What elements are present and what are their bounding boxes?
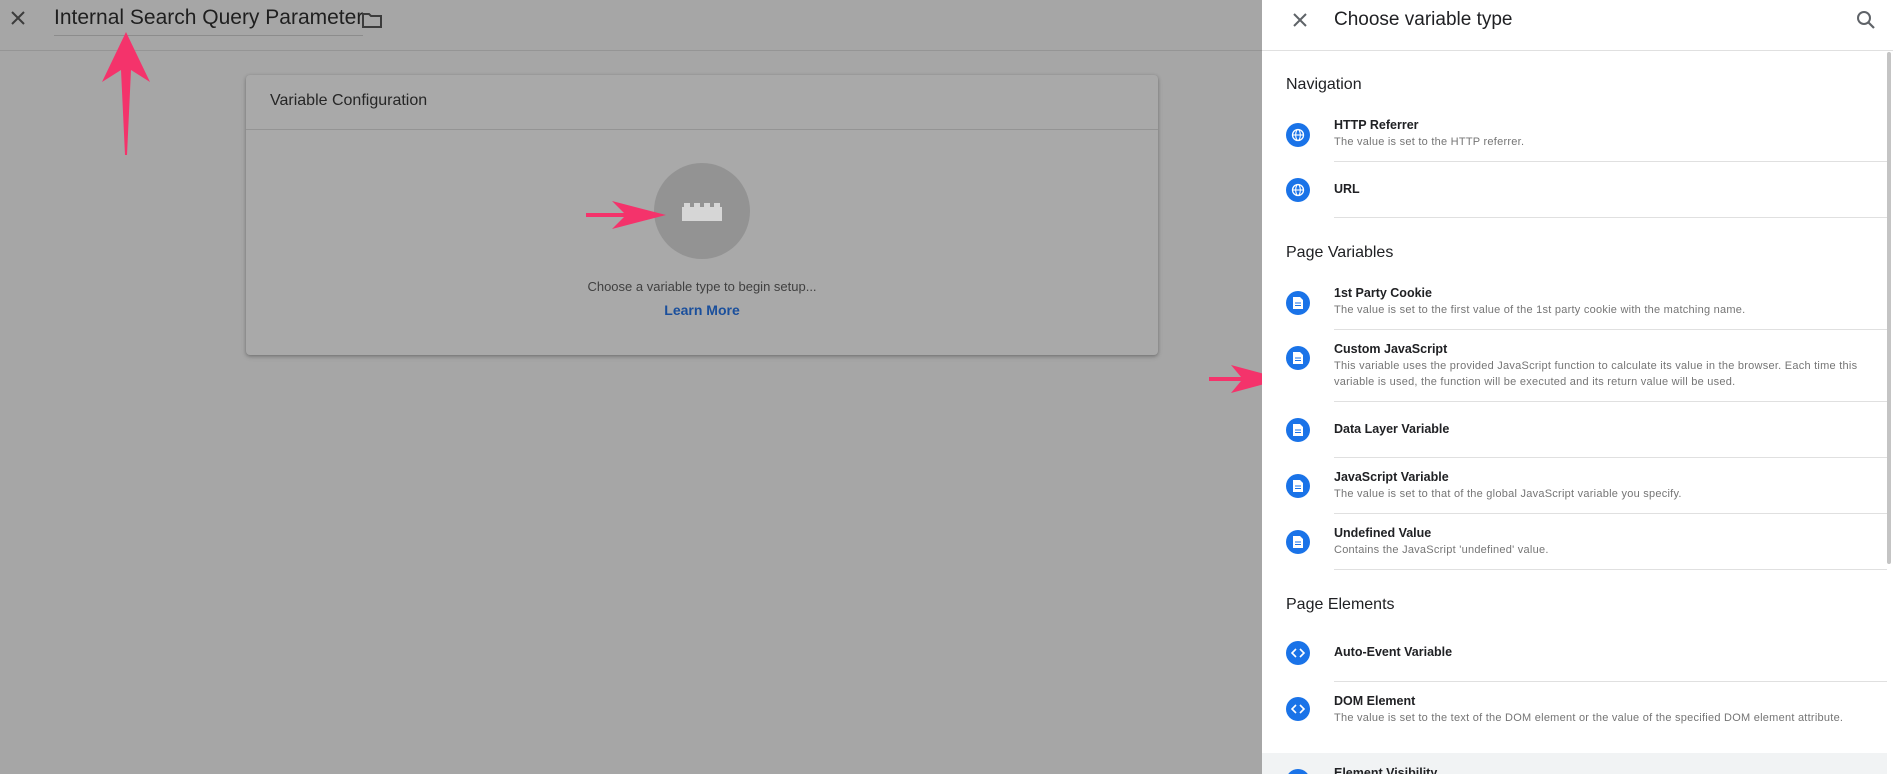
item-divider [1334,329,1887,330]
choose-variable-type-button[interactable] [654,163,750,259]
document-icon [1286,346,1310,370]
item-name: Data Layer Variable [1334,422,1450,436]
code-icon [1286,769,1310,774]
variable-type-1st-party-cookie[interactable]: 1st Party Cookie The value is set to the… [1262,280,1887,330]
folder-button[interactable] [358,7,386,33]
globe-icon [1286,178,1310,202]
variable-type-auto-event-variable[interactable]: Auto-Event Variable [1262,632,1887,682]
panel-title: Choose variable type [1334,9,1513,30]
variable-type-data-layer-variable[interactable]: Data Layer Variable [1262,406,1887,456]
item-name: DOM Element [1334,694,1416,708]
item-name: URL [1334,182,1360,196]
close-icon [11,11,25,25]
close-panel-button[interactable] [1286,6,1314,34]
item-description: The value is set to the HTTP referrer. [1334,136,1525,148]
item-description: The value is set to the text of the DOM … [1334,712,1844,724]
variable-type-url[interactable]: URL [1262,166,1887,216]
section-title-page-variables: Page Variables [1286,244,1394,261]
item-divider [1334,569,1887,570]
document-icon [1286,291,1310,315]
item-divider [1334,161,1887,162]
document-icon [1286,474,1310,498]
panel-scrollbar[interactable] [1887,52,1891,564]
editor-header: Internal Search Query Parameter [0,0,1262,51]
item-name: HTTP Referrer [1334,118,1419,132]
code-icon [1286,641,1310,665]
document-icon [1286,418,1310,442]
code-icon [1286,697,1310,721]
arrow-up-annotation [102,32,150,155]
search-icon [1857,11,1875,29]
card-title: Variable Configuration [270,92,428,109]
item-name: Undefined Value [1334,526,1432,540]
item-name: Element Visibility [1334,766,1438,774]
item-divider [1334,401,1887,402]
variable-type-element-visibility[interactable]: Element Visibility [1262,753,1887,774]
close-icon [1293,13,1307,27]
item-divider [1334,681,1887,682]
folder-icon [362,13,382,28]
globe-icon [1286,123,1310,147]
variable-type-http-referrer[interactable]: HTTP Referrer The value is set to the HT… [1262,112,1887,162]
document-icon [1286,530,1310,554]
learn-more-link[interactable]: Learn More [246,302,1158,318]
choose-variable-type-panel: Choose variable type Navigation HTTP Ref… [1262,0,1893,774]
item-name: 1st Party Cookie [1334,286,1432,300]
close-editor-button[interactable] [4,4,32,32]
item-divider [1334,217,1887,218]
item-name: Custom JavaScript [1334,342,1448,356]
card-divider [246,129,1158,130]
section-title-page-elements: Page Elements [1286,596,1395,613]
item-divider [1334,513,1887,514]
item-description: The value is set to the first value of t… [1334,304,1746,316]
variable-type-custom-javascript[interactable]: Custom JavaScript This variable uses the… [1262,336,1887,402]
setup-hint-text: Choose a variable type to begin setup... [587,279,817,294]
arrow-right-annotation-card [586,201,666,229]
blocks-icon [682,203,722,221]
item-name: Auto-Event Variable [1334,645,1453,659]
item-description: The value is set to that of the global J… [1334,488,1682,500]
item-description: This variable uses the provided JavaScri… [1334,360,1858,388]
panel-header: Choose variable type [1262,0,1893,51]
variable-type-dom-element[interactable]: DOM Element The value is set to the text… [1262,690,1887,752]
search-button[interactable] [1852,6,1880,34]
item-divider [1334,457,1887,458]
section-title-navigation: Navigation [1286,76,1362,93]
item-name: JavaScript Variable [1334,470,1449,484]
item-description: Contains the JavaScript 'undefined' valu… [1334,544,1549,556]
variable-type-javascript-variable[interactable]: JavaScript Variable The value is set to … [1262,463,1887,513]
variable-configuration-card: Variable Configuration Choose a variable… [246,75,1158,355]
variable-type-undefined-value[interactable]: Undefined Value Contains the JavaScript … [1262,519,1887,569]
